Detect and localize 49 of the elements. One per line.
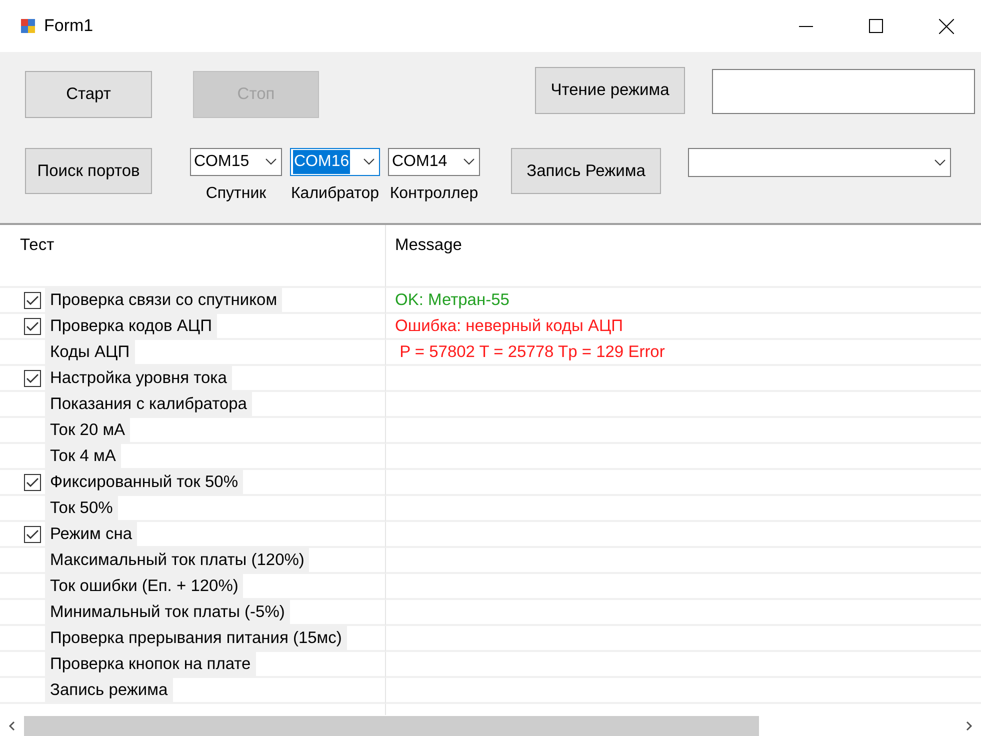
- port-label: Контроллер: [390, 184, 478, 204]
- test-label: Проверка кодов АЦП: [45, 312, 217, 340]
- subtest-label: Ток ошибки (Еп. + 120%): [45, 572, 244, 600]
- scroll-right-icon[interactable]: [965, 721, 973, 731]
- column-header: Тест: [20, 236, 54, 254]
- subtest-label: Максимальный ток платы (120%): [45, 546, 310, 574]
- chevron-down-icon: [265, 158, 277, 166]
- write-mode-button[interactable]: Запись Режима: [511, 148, 661, 194]
- message-text: P = 57802 T = 25778 Tp = 129 Error: [398, 342, 665, 363]
- checkbox[interactable]: [24, 318, 41, 334]
- scroll-left-icon[interactable]: [8, 721, 16, 731]
- scrollbar-thumb[interactable]: [24, 716, 759, 736]
- subtest-label: Проверка прерывания питания (15мс): [45, 624, 347, 652]
- start-button[interactable]: Старт: [25, 71, 152, 118]
- window-title: Form1: [44, 15, 94, 38]
- chevron-down-icon: [934, 158, 946, 166]
- port-dropdown[interactable]: COM15: [190, 148, 282, 176]
- test-label: Фиксированный ток 50%: [45, 468, 244, 496]
- checkbox[interactable]: [24, 370, 41, 386]
- chevron-down-icon: [363, 158, 375, 166]
- find-ports-button[interactable]: Поиск портов: [25, 148, 152, 194]
- app-icon: [20, 18, 36, 34]
- subtest-label: Ток 4 мА: [45, 442, 121, 470]
- subtest-label: Проверка кнопок на плате: [45, 650, 256, 678]
- checkbox[interactable]: [24, 474, 41, 490]
- subtest-label: Ток 50%: [45, 494, 118, 522]
- chevron-down-icon: [463, 158, 475, 166]
- maximize-icon: [869, 19, 883, 33]
- subtest-label: Ток 20 мА: [45, 416, 130, 444]
- subtest-label: Минимальный ток платы (-5%): [45, 598, 290, 626]
- checkbox[interactable]: [24, 292, 41, 308]
- port-label: Спутник: [206, 184, 266, 204]
- read-mode-button[interactable]: Чтение режима: [535, 67, 685, 114]
- test-label: Настройка уровня тока: [45, 364, 232, 392]
- mode-dropdown[interactable]: [688, 148, 951, 177]
- message-text: Ошибка: неверный коды АЦП: [395, 316, 624, 337]
- subtest-label: Коды АЦП: [45, 338, 135, 366]
- test-label: Режим сна: [45, 520, 137, 548]
- port-dropdown[interactable]: COM14: [388, 148, 480, 176]
- subtest-label: Показания с калибратора: [45, 390, 252, 418]
- test-label: Проверка связи со спутником: [45, 286, 282, 314]
- checkbox[interactable]: [24, 526, 41, 542]
- column-header: Message: [395, 236, 462, 254]
- message-text: OK: Метран-55: [395, 290, 510, 311]
- subtest-label: Запись режима: [45, 676, 173, 704]
- port-label: Калибратор: [290, 184, 380, 204]
- mode-input-field[interactable]: [712, 69, 975, 114]
- close-icon: [938, 18, 954, 34]
- port-dropdown[interactable]: COM16: [290, 148, 380, 176]
